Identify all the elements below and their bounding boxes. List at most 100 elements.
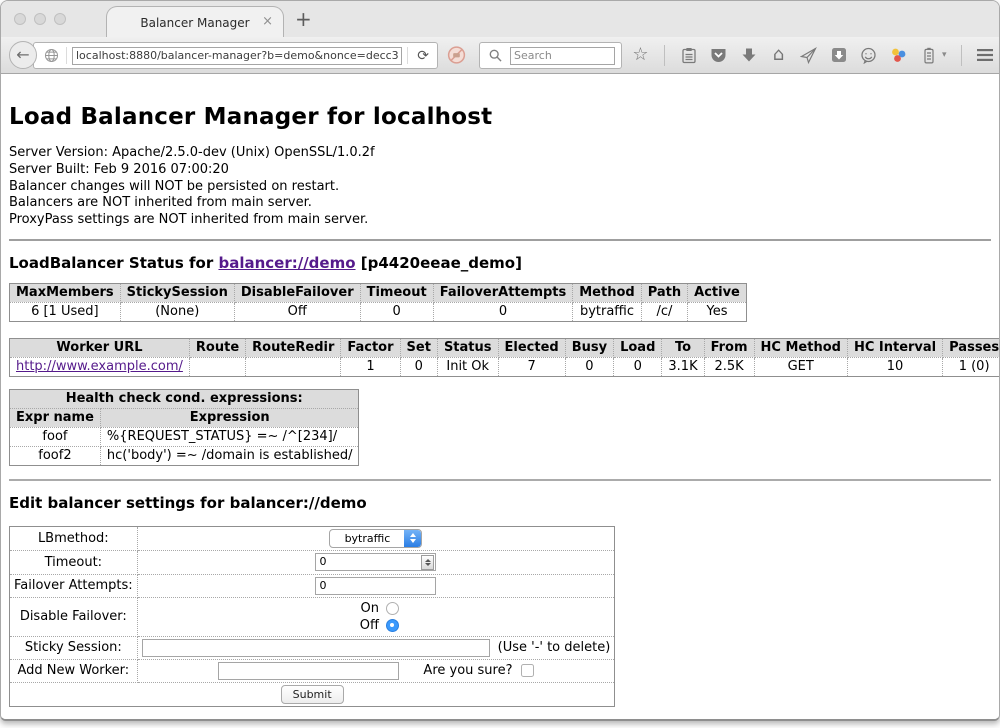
failover-on-radio[interactable] xyxy=(386,602,399,615)
share-icon[interactable] xyxy=(799,46,818,65)
cell-status: Init Ok xyxy=(437,357,498,376)
balancer-settings-form: LBmethod: bytraffic Timeout: xyxy=(9,526,615,707)
url-input[interactable] xyxy=(72,47,402,65)
toolbar-separator-2 xyxy=(961,45,962,66)
toolbar-buttons: ☆ ⌂ xyxy=(631,37,1000,73)
pocket-icon[interactable] xyxy=(709,46,728,65)
search-bar[interactable] xyxy=(479,42,622,69)
menu-icon[interactable] xyxy=(976,46,995,65)
table-header-row: Worker URL Route RouteRedir Factor Set S… xyxy=(10,338,1000,357)
chevron-down-icon[interactable]: ▾ xyxy=(942,50,947,60)
cell-expression: hc('body') =~ /domain is established/ xyxy=(100,446,359,465)
form-row-submit: Submit xyxy=(10,682,615,706)
column-header: Busy xyxy=(565,338,613,357)
window-zoom-button[interactable] xyxy=(54,13,66,25)
column-header: Method xyxy=(573,283,641,302)
window-minimize-button[interactable] xyxy=(34,13,46,25)
lbmethod-select[interactable]: bytraffic xyxy=(329,529,422,548)
proxypass-notice-line: ProxyPass settings are NOT inherited fro… xyxy=(9,212,991,229)
tab-title: Balancer Manager xyxy=(140,16,249,30)
table-row: foof2 hc('body') =~ /domain is establish… xyxy=(10,446,359,465)
browser-window: Balancer Manager × + ← ⟳ xyxy=(0,0,1000,721)
worker-url-link[interactable]: http://www.example.com/ xyxy=(16,359,183,374)
column-header: Passes xyxy=(943,338,1000,357)
failover-attempts-label: Failover Attempts: xyxy=(10,574,138,597)
form-row-failover-attempts: Failover Attempts: xyxy=(10,574,615,597)
search-input[interactable] xyxy=(510,47,615,65)
status-heading-suffix: [p4420eeae_demo] xyxy=(356,254,522,272)
divider xyxy=(9,479,991,481)
cell-expression: %{REQUEST_STATUS} =~ /^[234]/ xyxy=(100,427,359,446)
battery-list-icon[interactable] xyxy=(919,46,938,65)
cell-set: 0 xyxy=(400,357,437,376)
timeout-label: Timeout: xyxy=(10,550,138,574)
failover-off-radio[interactable] xyxy=(386,619,399,632)
column-header: Factor xyxy=(341,338,400,357)
cell-failoverattempts: 0 xyxy=(433,302,573,321)
form-row-disable-failover: Disable Failover: On Off xyxy=(10,597,615,636)
timeout-input[interactable] xyxy=(315,553,436,571)
home-icon[interactable]: ⌂ xyxy=(769,46,788,65)
confirm-label: Are you sure? xyxy=(423,663,512,678)
radio-off-label: Off xyxy=(353,617,379,634)
cell-elected: 7 xyxy=(498,357,565,376)
status-heading: LoadBalancer Status for balancer://demo … xyxy=(9,254,991,272)
select-stepper-icon xyxy=(404,530,421,547)
downloads-icon[interactable] xyxy=(739,46,758,65)
cell-maxmembers: 6 [1 Used] xyxy=(10,302,121,321)
reading-list-icon[interactable] xyxy=(679,46,698,65)
extension-download-icon[interactable] xyxy=(829,46,848,65)
cell-routeredir xyxy=(246,357,341,376)
form-row-lbmethod: LBmethod: bytraffic xyxy=(10,526,615,550)
persist-notice-line: Balancer changes will NOT be persisted o… xyxy=(9,179,991,196)
inherit-notice-line: Balancers are NOT inherited from main se… xyxy=(9,195,991,212)
page-title: Load Balancer Manager for localhost xyxy=(9,104,991,130)
colors-extension-icon[interactable] xyxy=(889,46,908,65)
column-header: Active xyxy=(688,283,747,302)
url-bar[interactable]: ⟳ xyxy=(33,42,438,69)
bookmark-star-icon[interactable]: ☆ xyxy=(631,46,650,65)
back-button[interactable]: ← xyxy=(9,41,37,69)
server-info: Server Version: Apache/2.5.0-dev (Unix) … xyxy=(9,145,991,229)
sticky-session-hint: (Use '-' to delete) xyxy=(498,640,611,655)
health-table-title: Health check cond. expressions: xyxy=(10,389,359,408)
adblock-icon[interactable] xyxy=(447,45,466,64)
cell-disablefailover: Off xyxy=(234,302,360,321)
new-tab-button[interactable]: + xyxy=(295,7,312,31)
chat-smiley-icon[interactable] xyxy=(859,46,878,65)
server-version-line: Server Version: Apache/2.5.0-dev (Unix) … xyxy=(9,145,991,162)
column-header: HC Method xyxy=(754,338,847,357)
column-header: Route xyxy=(189,338,245,357)
cell-busy: 0 xyxy=(565,357,613,376)
number-stepper-icon[interactable] xyxy=(421,555,434,570)
add-worker-input[interactable] xyxy=(218,662,399,680)
cell-stickysession: (None) xyxy=(120,302,234,321)
cell-load: 0 xyxy=(614,357,662,376)
submit-button[interactable]: Submit xyxy=(281,685,344,704)
confirm-checkbox[interactable] xyxy=(521,664,534,677)
column-header: Worker URL xyxy=(10,338,190,357)
failover-attempts-input[interactable] xyxy=(315,577,436,595)
sticky-session-label: Sticky Session: xyxy=(10,636,138,659)
column-header: Elected xyxy=(498,338,565,357)
column-header: RouteRedir xyxy=(246,338,341,357)
form-row-add-worker: Add New Worker: Are you sure? xyxy=(10,659,615,682)
tab-balancer-manager[interactable]: Balancer Manager × xyxy=(106,6,284,38)
window-close-button[interactable] xyxy=(14,13,26,25)
balancer-link[interactable]: balancer://demo xyxy=(218,254,355,272)
cell-to: 3.1K xyxy=(662,357,704,376)
column-header: Load xyxy=(614,338,662,357)
lbmethod-selected-value: bytraffic xyxy=(330,532,404,545)
column-header: StickySession xyxy=(120,283,234,302)
cell-method: bytraffic xyxy=(573,302,641,321)
table-row: foof %{REQUEST_STATUS} =~ /^[234]/ xyxy=(10,427,359,446)
tab-close-icon[interactable]: × xyxy=(262,15,273,28)
server-built-line: Server Built: Feb 9 2016 07:00:20 xyxy=(9,162,991,179)
divider xyxy=(9,239,991,241)
edit-settings-heading: Edit balancer settings for balancer://de… xyxy=(9,494,991,512)
reload-icon[interactable]: ⟳ xyxy=(413,48,433,64)
balancer-status-table: MaxMembers StickySession DisableFailover… xyxy=(9,283,747,322)
sticky-session-input[interactable] xyxy=(142,639,490,657)
add-worker-label: Add New Worker: xyxy=(10,659,138,682)
cell-path: /c/ xyxy=(641,302,687,321)
